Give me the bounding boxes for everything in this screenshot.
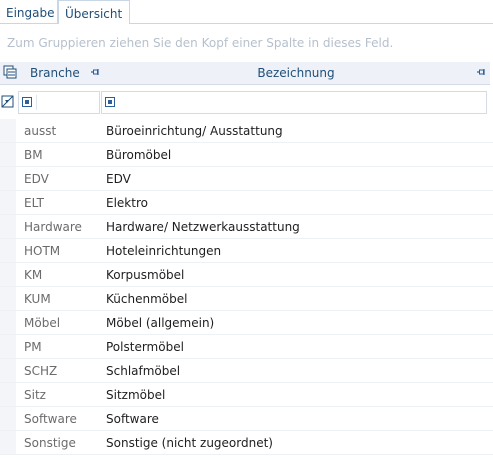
pin-icon[interactable]: [476, 67, 486, 77]
table-row[interactable]: EDV EDV: [0, 167, 493, 191]
divider: [36, 95, 37, 110]
cell-branche[interactable]: PM: [24, 335, 42, 359]
filter-cell-branche[interactable]: [18, 91, 100, 114]
clear-filter-icon[interactable]: [0, 93, 16, 111]
cell-bezeichnung[interactable]: Software: [106, 407, 159, 431]
tab-uebersicht[interactable]: Übersicht: [58, 0, 130, 25]
cell-branche[interactable]: Möbel: [24, 311, 60, 335]
cell-bezeichnung[interactable]: Küchenmöbel: [106, 287, 187, 311]
cell-branche[interactable]: ELT: [24, 191, 44, 215]
cell-branche[interactable]: BM: [24, 143, 43, 167]
cell-branche[interactable]: EDV: [24, 167, 49, 191]
cell-bezeichnung[interactable]: Büromöbel: [106, 143, 171, 167]
grid-body: ausst Büroeinrichtung/ Ausstattung BM Büro…: [0, 119, 493, 455]
cell-branche[interactable]: Sonstige: [24, 431, 76, 455]
cell-bezeichnung[interactable]: Sitzmöbel: [106, 383, 165, 407]
row-indicator[interactable]: [0, 143, 16, 166]
cell-branche[interactable]: ausst: [24, 119, 56, 143]
column-chooser-icon[interactable]: [0, 62, 20, 85]
row-indicator[interactable]: [0, 239, 16, 262]
row-indicator[interactable]: [0, 215, 16, 238]
row-indicator[interactable]: [0, 287, 16, 310]
cell-branche[interactable]: Sitz: [24, 383, 46, 407]
row-indicator[interactable]: [0, 119, 16, 142]
table-row[interactable]: Sonstige Sonstige (nicht zugeordnet): [0, 431, 493, 455]
cell-branche[interactable]: HOTM: [24, 239, 60, 263]
row-indicator[interactable]: [0, 311, 16, 334]
tab-eingabe[interactable]: Eingabe: [0, 0, 58, 24]
column-header-branche[interactable]: Branche: [20, 62, 102, 85]
cell-bezeichnung[interactable]: Büroeinrichtung/ Ausstattung: [106, 119, 283, 143]
cell-branche[interactable]: KM: [24, 263, 42, 287]
row-indicator[interactable]: [0, 431, 16, 454]
cell-branche[interactable]: KUM: [24, 287, 51, 311]
row-indicator[interactable]: [0, 167, 16, 190]
cell-bezeichnung[interactable]: Hardware/ Netzwerkausstattung: [106, 215, 300, 239]
cell-bezeichnung[interactable]: Sonstige (nicht zugeordnet): [106, 431, 273, 455]
cell-bezeichnung[interactable]: Schlafmöbel: [106, 359, 180, 383]
row-indicator[interactable]: [0, 359, 16, 382]
group-by-panel[interactable]: Zum Gruppieren ziehen Sie den Kopf einer…: [0, 24, 493, 62]
table-row[interactable]: Möbel Möbel (allgemein): [0, 311, 493, 335]
column-header-bezeichnung[interactable]: Bezeichnung: [102, 62, 490, 85]
cell-branche[interactable]: Hardware: [24, 215, 82, 239]
table-row[interactable]: HOTM Hoteleinrichtungen: [0, 239, 493, 263]
grid-header: Branche Bezeichnung: [0, 62, 490, 85]
cell-bezeichnung[interactable]: Korpusmöbel: [106, 263, 184, 287]
row-indicator[interactable]: [0, 335, 16, 358]
cell-bezeichnung[interactable]: Hoteleinrichtungen: [106, 239, 221, 263]
row-indicator[interactable]: [0, 383, 16, 406]
cell-branche[interactable]: Software: [24, 407, 77, 431]
row-indicator[interactable]: [0, 263, 16, 286]
row-indicator[interactable]: [0, 407, 16, 430]
cell-bezeichnung[interactable]: Elektro: [106, 191, 148, 215]
filter-cell-bezeichnung[interactable]: [101, 91, 487, 114]
table-row[interactable]: Sitz Sitzmöbel: [0, 383, 493, 407]
table-row[interactable]: Software Software: [0, 407, 493, 431]
filter-operator-icon[interactable]: [22, 97, 32, 107]
table-row[interactable]: BM Büromöbel: [0, 143, 493, 167]
table-row[interactable]: KUM Küchenmöbel: [0, 287, 493, 311]
filter-operator-icon[interactable]: [105, 97, 115, 107]
table-row[interactable]: Hardware Hardware/ Netzwerkausstattung: [0, 215, 493, 239]
cell-bezeichnung[interactable]: Polstermöbel: [106, 335, 184, 359]
column-header-label: Branche: [30, 66, 80, 80]
tab-strip: Eingabe Übersicht: [0, 0, 493, 25]
table-row[interactable]: PM Polstermöbel: [0, 335, 493, 359]
cell-bezeichnung[interactable]: EDV: [106, 167, 131, 191]
column-header-label: Bezeichnung: [257, 66, 335, 80]
cell-bezeichnung[interactable]: Möbel (allgemein): [106, 311, 214, 335]
table-row[interactable]: SCHZ Schlafmöbel: [0, 359, 493, 383]
pin-icon[interactable]: [90, 67, 100, 77]
row-indicator[interactable]: [0, 191, 16, 214]
cell-branche[interactable]: SCHZ: [24, 359, 57, 383]
table-row[interactable]: ELT Elektro: [0, 191, 493, 215]
table-row[interactable]: ausst Büroeinrichtung/ Ausstattung: [0, 119, 493, 143]
filter-row: [0, 89, 487, 116]
table-row[interactable]: KM Korpusmöbel: [0, 263, 493, 287]
